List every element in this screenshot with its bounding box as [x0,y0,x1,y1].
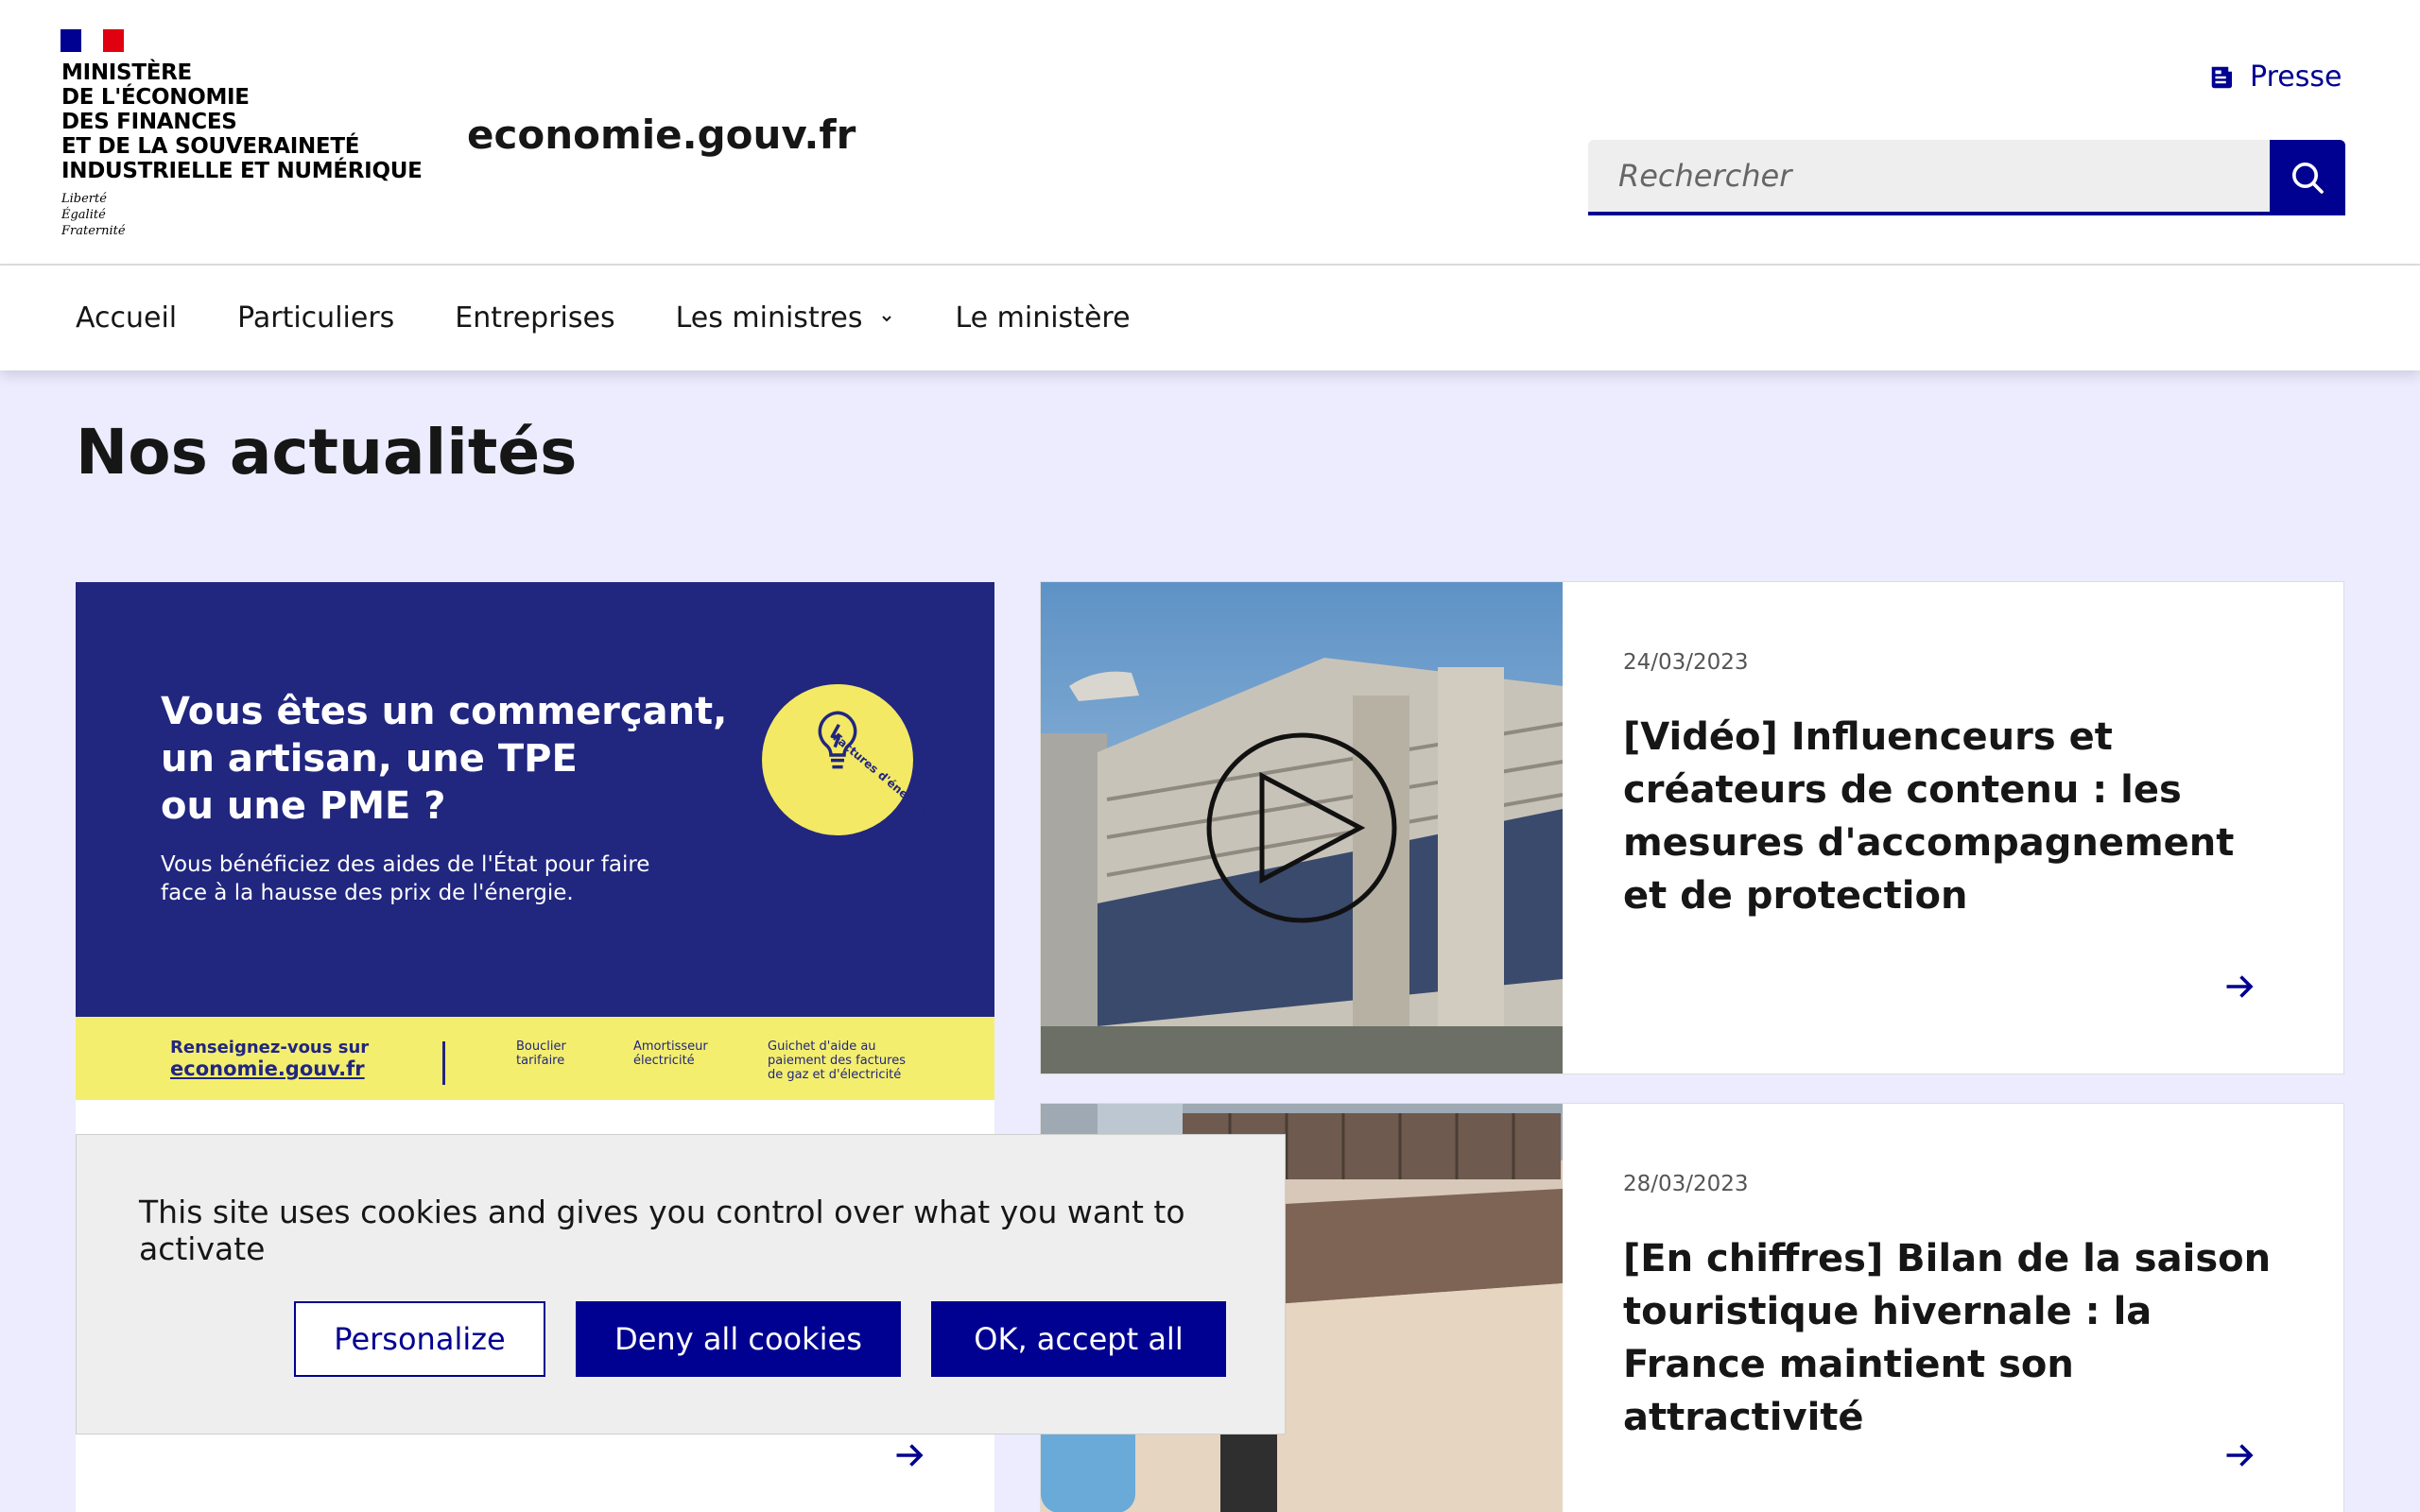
subtext-line: face à la hausse des prix de l'énergie. [161,881,574,905]
nav-item-les-ministres[interactable]: Les ministres [676,301,895,335]
footer-intro-text: Renseignez-vous sur [170,1038,370,1057]
news-date: 24/03/2023 [1623,650,1749,675]
arrow-right-icon[interactable] [2222,1438,2256,1472]
footer-col-amortisseur: Amortisseur électricité [633,1040,708,1068]
nav-label: Les ministres [675,301,863,335]
motto-line: Fraternité [61,224,126,238]
presse-label: Presse [2250,60,2342,94]
main-navigation: Accueil Particuliers Entreprises Les min… [0,266,2420,370]
footer-col-line: tarifaire [516,1054,565,1068]
headline-line: un artisan, une TPE [161,737,578,781]
nav-label: Particuliers [237,301,395,335]
personalize-cookies-button[interactable]: Personalize [294,1301,545,1377]
footer-col-guichet: Guichet d'aide au paiement des factures … [768,1040,906,1082]
footer-site-link: economie.gouv.fr [170,1057,365,1080]
banner-subtext: Vous bénéficiez des aides de l'État pour… [161,850,690,907]
cookie-message: This site uses cookies and gives you con… [139,1194,1185,1267]
footer-col-bouclier: Bouclier tarifaire [516,1040,566,1068]
news-title[interactable]: [Vidéo] Influenceurs et créateurs de con… [1623,711,2285,922]
footer-col-line: Guichet d'aide au [768,1040,876,1054]
ministry-line: DE L'ÉCONOMIE [61,85,250,110]
banner-footer: Renseignez-vous sur economie.gouv.fr Bou… [76,1017,994,1100]
deny-all-cookies-button[interactable]: Deny all cookies [576,1301,901,1377]
nav-item-particuliers[interactable]: Particuliers [237,301,394,335]
nav-label: Entreprises [455,301,615,335]
nav-item-entreprises[interactable]: Entreprises [455,301,614,335]
subtext-line: Vous bénéficiez des aides de l'État pour… [161,852,650,877]
news-card[interactable]: 24/03/2023 [Vidéo] Influenceurs et créat… [1040,581,2344,1074]
newspaper-icon [2211,66,2232,88]
nav-label: Le ministère [955,301,1131,335]
headline-line: Vous êtes un commerçant, [161,690,728,733]
headline-line: ou une PME ? [161,784,446,828]
nav-item-accueil[interactable]: Accueil [76,301,177,335]
ministry-name[interactable]: MINISTÈRE DE L'ÉCONOMIE DES FINANCES ET … [61,60,423,183]
marianne-flag-logo[interactable] [60,29,124,52]
site-name[interactable]: economie.gouv.fr [467,112,856,158]
nav-item-le-ministere[interactable]: Le ministère [955,301,1130,335]
ministry-line: DES FINANCES [61,110,237,134]
republic-motto: Liberté Égalité Fraternité [61,191,126,239]
ministry-line: MINISTÈRE [61,60,192,85]
ministry-building-video-thumbnail [1041,582,1563,1074]
arrow-right-icon[interactable] [2222,970,2256,1004]
search-icon [2292,163,2324,194]
search-button[interactable] [2270,140,2345,215]
energy-badge: Factures d'énergie [762,684,930,835]
ministry-line: ET DE LA SOUVERAINETÉ [61,134,360,159]
footer-col-line: Bouclier [516,1040,566,1054]
banner-footer-intro: Renseignez-vous sur economie.gouv.fr [170,1038,369,1079]
accept-all-cookies-button[interactable]: OK, accept all [931,1301,1226,1377]
nav-label: Accueil [76,301,178,335]
section-title: Nos actualités [76,416,578,489]
chevron-down-icon [882,315,892,321]
news-date: 28/03/2023 [1623,1172,1749,1196]
motto-line: Liberté [61,192,107,206]
cookie-consent-banner: This site uses cookies and gives you con… [76,1134,1286,1435]
energy-aid-banner: Vous êtes un commerçant, un artisan, une… [76,582,994,1100]
banner-headline: Vous êtes un commerçant, un artisan, une… [161,688,766,830]
search-bar [1588,140,2345,215]
motto-line: Égalité [61,208,106,222]
site-header: MINISTÈRE DE L'ÉCONOMIE DES FINANCES ET … [0,0,2420,266]
footer-col-line: Amortisseur [633,1040,708,1054]
footer-divider [442,1041,445,1085]
presse-link[interactable]: Presse [2208,60,2342,94]
arrow-right-icon[interactable] [892,1438,926,1472]
footer-col-line: électricité [633,1054,695,1068]
ministry-line: INDUSTRIELLE ET NUMÉRIQUE [61,159,423,183]
news-title[interactable]: [En chiffres] Bilan de la saison tourist… [1623,1232,2285,1444]
search-input[interactable] [1588,140,2270,215]
footer-col-line: paiement des factures [768,1054,906,1068]
footer-col-line: de gaz et d'électricité [768,1068,902,1082]
